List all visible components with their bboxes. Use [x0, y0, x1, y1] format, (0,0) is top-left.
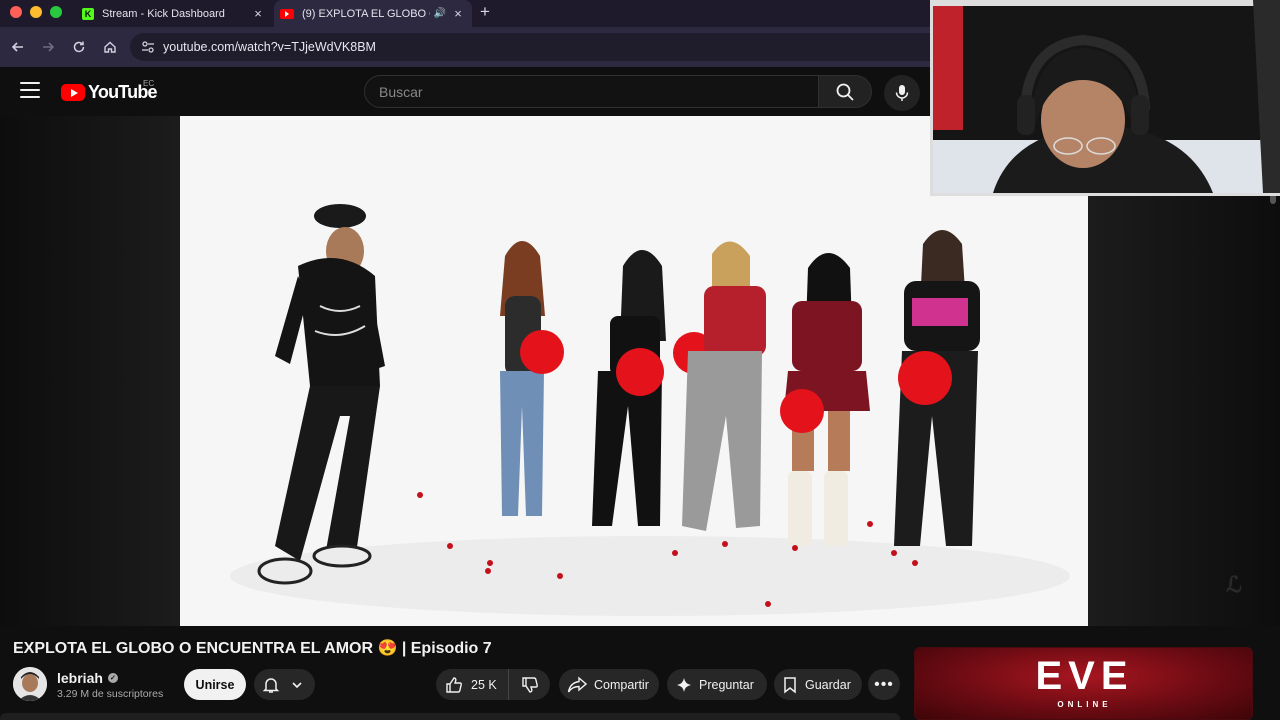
youtube-logo-icon — [61, 84, 85, 101]
notifications-button[interactable] — [254, 669, 315, 700]
chevron-down-icon — [292, 681, 302, 688]
close-icon[interactable]: × — [250, 6, 266, 21]
webcam-feed-image — [933, 0, 1280, 193]
thumbs-down-icon — [521, 676, 538, 693]
forward-button[interactable] — [38, 37, 58, 57]
voice-search-button[interactable] — [884, 75, 920, 111]
tab-title: (9) EXPLOTA EL GLOBO O — [302, 7, 430, 20]
verified-badge-icon: ✓ — [107, 673, 118, 683]
save-button[interactable]: Guardar — [774, 669, 862, 700]
player-letterbox-left — [0, 116, 180, 626]
share-icon — [567, 675, 587, 692]
maximize-window-button[interactable] — [50, 6, 62, 18]
tab-title: Stream - Kick Dashboard — [102, 7, 225, 20]
arrow-left-icon — [11, 42, 23, 52]
back-button[interactable] — [8, 37, 28, 57]
share-button[interactable]: Compartir — [559, 669, 659, 700]
bell-icon — [262, 677, 280, 693]
search-input[interactable] — [379, 83, 818, 100]
webcam-overlay — [930, 0, 1280, 196]
channel-avatar[interactable] — [13, 667, 47, 701]
url-text[interactable]: youtube.com/watch?v=TJjeWdVK8BM — [163, 40, 376, 54]
search-button[interactable] — [819, 75, 872, 108]
kick-logo-icon: K — [82, 7, 94, 20]
like-dislike-group: 25 K — [436, 669, 550, 700]
close-window-button[interactable] — [10, 6, 22, 18]
reload-button[interactable] — [69, 37, 89, 57]
more-actions-button[interactable]: ••• — [868, 669, 900, 700]
hamburger-menu-icon[interactable] — [20, 82, 40, 102]
ad-logo-text: EVE — [1035, 654, 1134, 698]
channel-name-row[interactable]: lebriah ✓ — [57, 670, 118, 686]
site-settings-icon[interactable] — [138, 40, 158, 54]
description-box-edge — [0, 713, 900, 720]
subscriber-count: 3.29 M de suscriptores — [57, 688, 164, 700]
ad-subtitle: ONLINE — [1057, 700, 1112, 709]
dislike-button[interactable] — [509, 669, 550, 700]
like-count: 25 K — [471, 677, 497, 692]
speaker-icon[interactable]: 🔊 — [434, 8, 446, 19]
join-button[interactable]: Unirse — [184, 669, 246, 700]
tab-youtube-video[interactable]: (9) EXPLOTA EL GLOBO O 🔊 × — [274, 0, 472, 27]
ask-label: Preguntar — [699, 677, 754, 692]
search-icon — [836, 83, 854, 101]
watermark-logo: ℒ — [1226, 572, 1242, 597]
arrow-right-icon — [43, 42, 55, 52]
channel-name[interactable]: lebriah — [57, 670, 103, 686]
search-box — [364, 75, 819, 108]
microphone-icon — [895, 85, 909, 101]
ad-banner[interactable]: EVE ONLINE — [914, 647, 1253, 720]
minimize-window-button[interactable] — [30, 6, 42, 18]
share-label: Compartir — [594, 677, 649, 692]
close-icon[interactable]: × — [450, 6, 466, 21]
bookmark-icon — [784, 676, 796, 694]
ask-button[interactable]: Preguntar — [667, 669, 767, 700]
youtube-logo-icon — [280, 8, 294, 19]
reload-icon — [73, 41, 85, 53]
new-tab-button[interactable]: + — [480, 2, 490, 22]
tab-kick-dashboard[interactable]: K Stream - Kick Dashboard × — [76, 0, 272, 27]
video-title: EXPLOTA EL GLOBO O ENCUENTRA EL AMOR 😍 |… — [13, 640, 492, 657]
country-code: EC — [143, 79, 155, 88]
sparkle-icon — [677, 677, 691, 692]
like-button[interactable]: 25 K — [436, 669, 509, 700]
home-icon — [104, 41, 116, 53]
save-label: Guardar — [805, 677, 851, 692]
thumbs-up-icon — [446, 676, 462, 693]
home-button[interactable] — [100, 37, 120, 57]
